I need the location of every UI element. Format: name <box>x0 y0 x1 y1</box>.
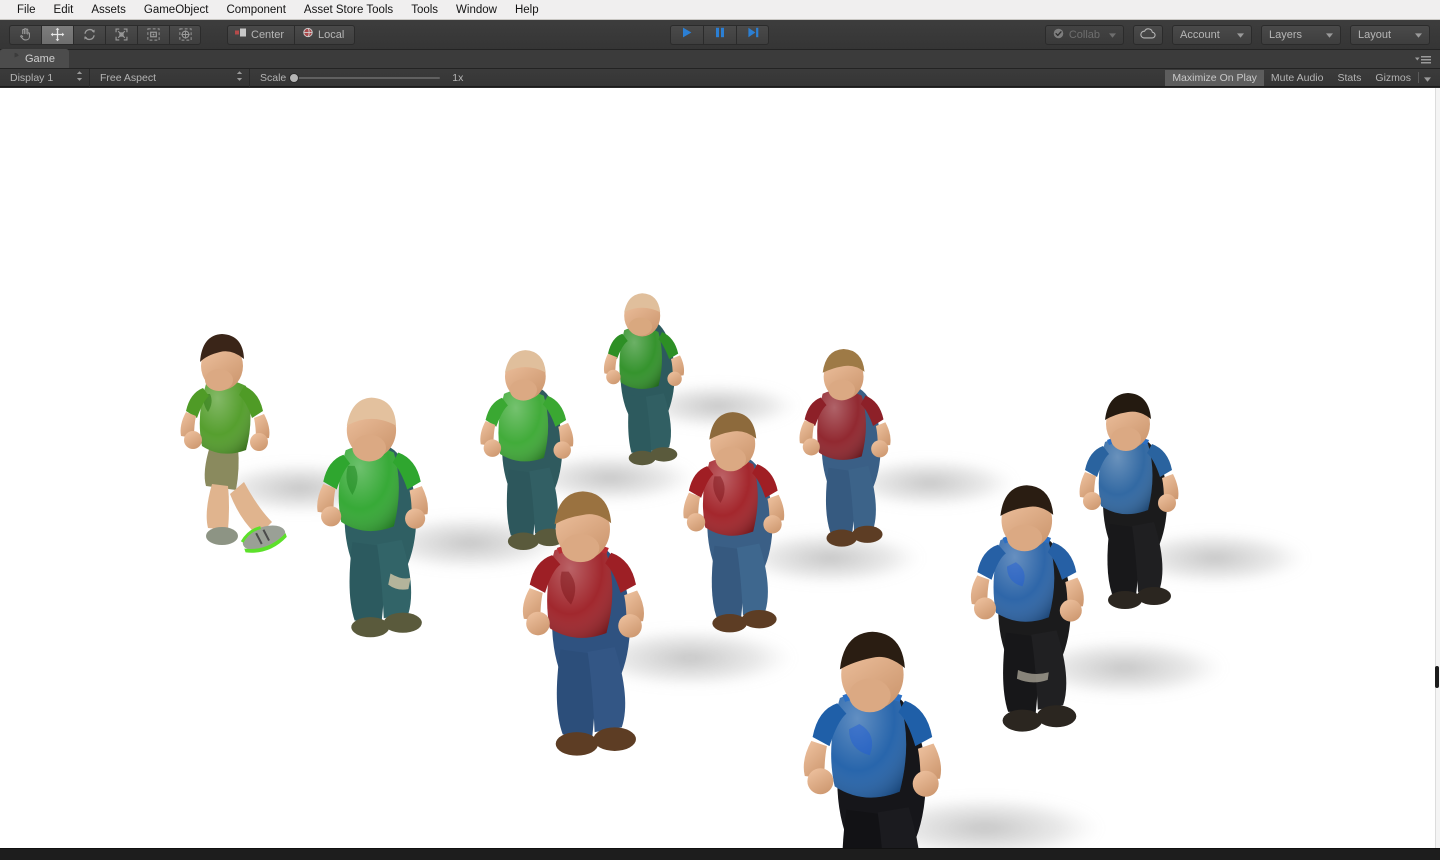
pivot-mode-label: Center <box>251 28 285 41</box>
pause-icon <box>713 26 727 44</box>
play-controls <box>670 25 769 45</box>
menu-item-tools[interactable]: Tools <box>402 1 447 19</box>
layers-dropdown[interactable]: Layers <box>1261 25 1341 45</box>
scale-label: Scale <box>260 71 287 84</box>
rotate-tool-button[interactable] <box>73 24 105 45</box>
layout-dropdown[interactable]: Layout <box>1350 25 1430 45</box>
pivot-group: Center Local <box>227 24 356 45</box>
collab-label: Collab <box>1068 29 1100 41</box>
step-icon <box>746 26 760 44</box>
scale-slider[interactable] <box>289 72 441 83</box>
play-icon <box>680 26 694 44</box>
layers-label: Layers <box>1269 29 1303 41</box>
chevron-down-icon <box>1109 29 1116 41</box>
pivot-mode-button[interactable]: Center <box>227 24 295 45</box>
menu-item-window[interactable]: Window <box>447 1 506 19</box>
rect-tool-button[interactable] <box>137 24 169 45</box>
gizmos-group: Gizmos <box>1368 70 1438 86</box>
aspect-dropdown[interactable]: Free Aspect <box>90 68 250 87</box>
rect-icon <box>146 27 161 42</box>
tab-game[interactable]: Game <box>0 49 69 68</box>
account-dropdown[interactable]: Account <box>1172 25 1252 45</box>
scale-tool-button[interactable] <box>105 24 137 45</box>
unity-editor-window: File Edit Assets GameObject Component As… <box>0 0 1440 860</box>
game-view-render-area[interactable] <box>0 88 1440 848</box>
transform-tool-group <box>9 24 201 45</box>
pause-button[interactable] <box>703 25 736 45</box>
chevron-down-icon <box>1326 29 1333 41</box>
toolbar-right-group: Collab Account Layers Layout <box>1044 25 1430 45</box>
tab-game-label: Game <box>25 52 55 65</box>
pivot-center-icon <box>235 26 247 44</box>
scale-slider-group: Scale 1x <box>250 69 469 87</box>
maximize-on-play-toggle[interactable]: Maximize On Play <box>1165 69 1264 86</box>
transform-tool-button[interactable] <box>169 24 201 45</box>
layout-label: Layout <box>1358 29 1392 41</box>
collab-check-icon <box>1053 28 1064 42</box>
menu-item-gameobject[interactable]: GameObject <box>135 1 218 19</box>
scale-icon <box>114 27 129 42</box>
menu-item-file[interactable]: File <box>8 1 45 19</box>
pivot-rotation-button[interactable]: Local <box>294 24 356 45</box>
display-dropdown[interactable]: Display 1 <box>0 68 90 87</box>
game-view-toggles: Maximize On Play Mute Audio Stats Gizmos <box>1165 69 1438 86</box>
status-bar <box>0 848 1440 860</box>
collab-button[interactable]: Collab <box>1044 25 1124 45</box>
chevron-down-icon <box>1237 29 1244 41</box>
scale-slider-handle[interactable] <box>289 72 300 83</box>
pivot-rotation-label: Local <box>318 28 345 41</box>
menu-item-edit[interactable]: Edit <box>45 1 83 19</box>
account-label: Account <box>1180 29 1220 41</box>
chevron-down-icon <box>1415 29 1422 41</box>
cloud-button[interactable] <box>1133 25 1163 45</box>
step-button[interactable] <box>736 25 769 45</box>
mute-audio-toggle[interactable]: Mute Audio <box>1264 70 1331 86</box>
menu-item-component[interactable]: Component <box>217 1 294 19</box>
updown-arrows-icon <box>76 71 83 84</box>
play-button[interactable] <box>670 25 703 45</box>
game-view-scroll-thumb[interactable] <box>1435 666 1439 688</box>
game-view-icon <box>9 52 20 66</box>
move-tool-button[interactable] <box>41 24 73 45</box>
running-crowd-scene <box>0 88 1440 848</box>
hand-tool-button[interactable] <box>9 24 41 45</box>
menu-item-assets[interactable]: Assets <box>82 1 135 19</box>
game-view-toolbar: Display 1 Free Aspect Scale 1x Maximize … <box>0 68 1440 87</box>
rotate-icon <box>82 27 97 42</box>
move-icon <box>50 27 65 42</box>
menu-item-asset-store-tools[interactable]: Asset Store Tools <box>295 1 402 19</box>
stats-toggle[interactable]: Stats <box>1330 70 1368 86</box>
menu-bar: File Edit Assets GameObject Component As… <box>0 0 1440 20</box>
cloud-icon <box>1140 28 1156 42</box>
gizmos-dropdown-arrow[interactable] <box>1419 69 1438 87</box>
aspect-label: Free Aspect <box>100 71 157 84</box>
hand-icon <box>18 27 33 42</box>
pivot-local-icon <box>302 26 314 44</box>
display-label: Display 1 <box>10 71 54 84</box>
updown-arrows-icon <box>236 71 243 84</box>
main-toolbar: Center Local Collab Account Layers Layou… <box>0 20 1440 50</box>
game-view-vertical-scrollbar[interactable] <box>1435 88 1440 848</box>
gizmos-toggle[interactable]: Gizmos <box>1368 70 1418 86</box>
panel-tab-bar: Game <box>0 49 1440 69</box>
transform-icon <box>178 27 193 42</box>
menu-item-help[interactable]: Help <box>506 1 548 19</box>
scale-value: 1x <box>452 71 464 84</box>
